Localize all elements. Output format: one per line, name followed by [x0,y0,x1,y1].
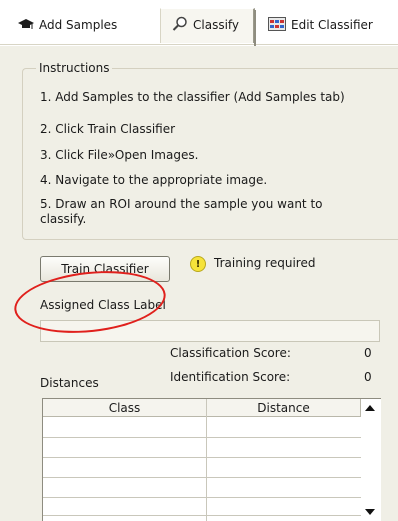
identification-score-value: 0 [364,370,372,384]
warning-icon: ! [190,256,206,272]
identification-score-label: Identification Score: [170,370,291,384]
grid-edit-icon [268,16,286,34]
scroll-up-arrow-icon[interactable] [365,405,375,411]
table-row[interactable] [43,457,361,458]
mortarboard-icon [18,18,34,33]
instruction-step: 5. Draw an ROI around the sample you wan… [40,197,323,211]
instruction-step: classify. [40,212,87,226]
column-header-distance[interactable]: Distance [207,399,361,417]
tab-classify-label: Classify [193,18,240,32]
table-row[interactable] [43,437,361,438]
tab-edit-classifier-label: Edit Classifier [291,18,373,32]
instructions-legend: Instructions [36,61,113,75]
instruction-step: 3. Click File»Open Images. [40,148,199,162]
tab-edit-classifier[interactable]: Edit Classifier [268,14,373,36]
distances-table[interactable]: Class Distance [42,398,381,521]
table-row[interactable] [43,497,361,498]
training-status: Training required [214,256,316,270]
scroll-down-arrow-icon[interactable] [365,509,375,515]
distances-label: Distances [40,376,99,390]
instruction-step: 4. Navigate to the appropriate image. [40,173,268,187]
instruction-step: 2. Click Train Classifier [40,122,176,136]
tab-divider [0,44,398,45]
table-row[interactable] [43,515,361,516]
table-row[interactable] [43,477,361,478]
table-header: Class Distance [43,399,361,417]
classification-score-label: Classification Score: [170,346,291,360]
tab-add-samples[interactable]: Add Samples [18,14,117,36]
column-header-class[interactable]: Class [43,399,207,417]
classification-score-value: 0 [364,346,372,360]
instruction-step: 1. Add Samples to the classifier (Add Sa… [40,90,345,104]
tab-separator [254,10,256,46]
column-divider [206,399,207,521]
magnifier-icon [172,16,188,35]
tab-classify[interactable]: Classify [172,14,239,36]
table-scrollbar[interactable] [361,399,381,521]
tab-add-samples-label: Add Samples [39,18,118,32]
